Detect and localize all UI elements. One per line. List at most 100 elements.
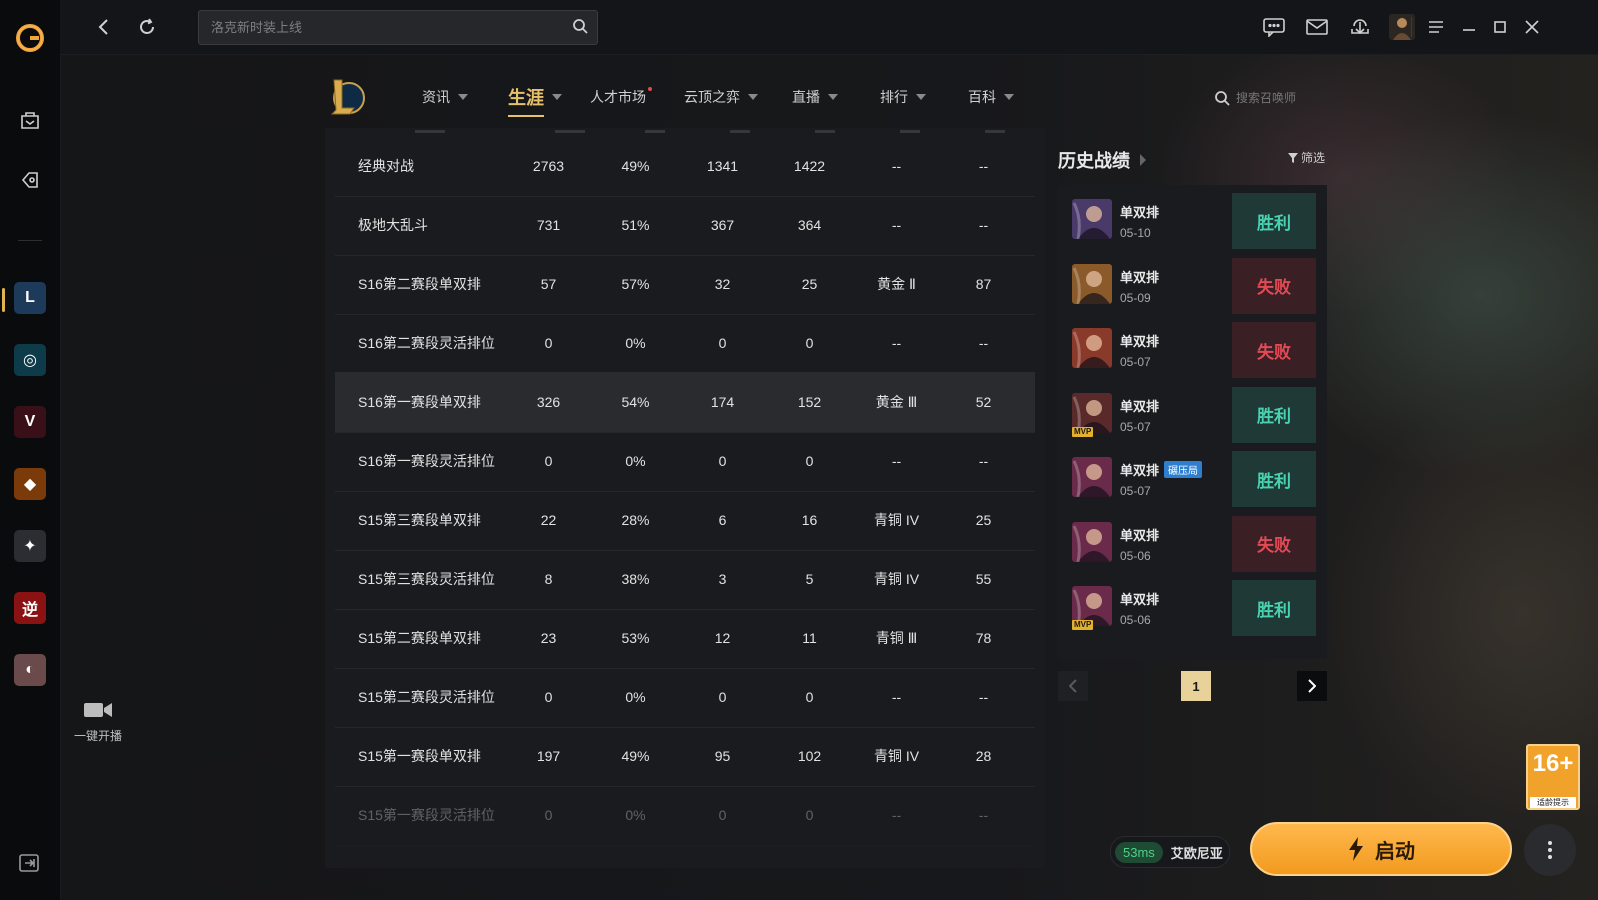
nav-tab-0[interactable]: 资讯 (422, 87, 468, 107)
cell-losses: 16 (801, 512, 818, 528)
match-mode: 单双排 (1120, 396, 1159, 415)
table-row[interactable]: S16第二赛段灵活排位 0 0% 0 0 -- -- (335, 313, 1035, 374)
menu-icon[interactable] (1422, 13, 1450, 41)
lol-icon: L (14, 282, 46, 314)
cell-lp: 55 (975, 571, 992, 587)
cell-rank: -- (891, 689, 902, 705)
sidebar-game-game-cf[interactable]: ✦ (10, 526, 50, 566)
table-row[interactable]: S16第二赛段单双排 57 57% 32 25 黄金 Ⅱ 87 (335, 254, 1035, 315)
cell-mode: S16第二赛段单双排 (358, 276, 481, 292)
search-icon[interactable] (572, 18, 588, 37)
filter-button[interactable]: 筛选 (1288, 149, 1325, 166)
cell-games: 2763 (532, 158, 565, 174)
nav-tab-2[interactable]: 人才市场 (590, 87, 652, 107)
table-row[interactable]: 经典对战 2763 49% 1341 1422 -- -- (335, 136, 1035, 197)
cell-winrate: 0% (625, 335, 646, 351)
match-item[interactable]: 单双排 05-07 失败 (1058, 314, 1327, 380)
cell-lp: -- (978, 158, 989, 174)
minimize-button[interactable] (1455, 13, 1483, 41)
sidebar-game-lol[interactable]: L (10, 278, 50, 318)
table-row[interactable]: S15第一赛段灵活排位 0 0% 0 0 -- -- (335, 785, 1035, 846)
table-row[interactable]: S15第二赛段灵活排位 0 0% 0 0 -- -- (335, 667, 1035, 728)
store-bag-icon[interactable] (10, 100, 50, 140)
table-row[interactable]: S15第二赛段单双排 23 53% 12 11 青铜 Ⅲ 78 (335, 608, 1035, 669)
cell-rank: -- (891, 453, 902, 469)
maximize-button[interactable] (1486, 13, 1514, 41)
next-page-button[interactable] (1297, 671, 1327, 701)
match-item[interactable]: 单双排 05-10 胜利 (1058, 185, 1327, 251)
server-selector[interactable]: 53ms 艾欧尼亚 (1110, 836, 1230, 868)
page-number[interactable]: 1 (1181, 671, 1211, 701)
history-title[interactable]: 历史战绩 (1058, 147, 1146, 173)
more-options-button[interactable] (1524, 824, 1576, 876)
nav-tab-6[interactable]: 百科 (968, 87, 1014, 107)
cell-losses: 364 (797, 217, 822, 233)
match-mode: 单双排 (1120, 331, 1159, 350)
match-item[interactable]: MVP 单双排 05-07 胜利 (1058, 379, 1327, 445)
summoner-search[interactable]: 搜索召唤师 (1214, 89, 1296, 106)
nav-tab-label: 云顶之弈 (684, 89, 740, 105)
match-item[interactable]: 单双排 05-06 失败 (1058, 508, 1327, 574)
cell-wins: 0 (718, 453, 727, 469)
prev-page-button[interactable] (1058, 671, 1088, 701)
cell-wins: 0 (718, 335, 727, 351)
cell-lp: 28 (975, 748, 992, 764)
nav-tab-1[interactable]: 生涯 (508, 84, 562, 117)
lol-logo-icon[interactable] (328, 76, 366, 118)
table-row[interactable]: S15第一赛段单双排 197 49% 95 102 青铜 IV 28 (335, 726, 1035, 787)
cell-rank: 青铜 IV (873, 512, 920, 528)
summoner-search-placeholder[interactable]: 搜索召唤师 (1236, 89, 1296, 106)
one-click-live-button[interactable]: 一键开播 (70, 700, 126, 744)
sidebar-game-game-cyan[interactable]: ◎ (10, 340, 50, 380)
back-button[interactable] (90, 13, 118, 41)
app-logo-icon[interactable] (10, 18, 50, 58)
cell-losses: 25 (801, 276, 818, 292)
table-row[interactable]: S16第一赛段灵活排位 0 0% 0 0 -- -- (335, 431, 1035, 492)
collapse-sidebar-icon[interactable] (19, 854, 39, 875)
chevron-down-icon (748, 94, 758, 100)
cell-losses: 0 (805, 335, 814, 351)
table-row[interactable]: S15第三赛段灵活排位 8 38% 3 5 青铜 IV 55 (335, 549, 1035, 610)
cell-winrate: 28% (621, 512, 650, 528)
cell-winrate: 51% (621, 217, 650, 233)
cell-wins: 95 (714, 748, 731, 764)
title-bar (60, 0, 1598, 55)
chat-icon[interactable] (1260, 13, 1288, 41)
sidebar-game-game-orange[interactable]: ◆ (10, 464, 50, 504)
table-row[interactable]: 极地大乱斗 731 51% 367 364 -- -- (335, 195, 1035, 256)
nav-tab-3[interactable]: 云顶之弈 (684, 87, 758, 107)
topbar-divider (1411, 17, 1412, 37)
cell-rank: 青铜 IV (873, 571, 920, 587)
global-search[interactable] (198, 10, 598, 45)
game-cyan-icon: ◎ (14, 344, 46, 376)
match-item[interactable]: 单双排 碾压局 05-07 胜利 (1058, 443, 1327, 509)
age-rating-badge: 16+ 适龄提示 (1526, 744, 1580, 810)
match-mode-label: 单双排 (1120, 269, 1160, 285)
table-row[interactable]: S15第三赛段单双排 22 28% 6 16 青铜 IV 25 (335, 490, 1035, 551)
sidebar-game-valorant[interactable]: V (10, 402, 50, 442)
nav-tab-5[interactable]: 排行 (880, 87, 926, 107)
launch-label: 启动 (1375, 840, 1415, 863)
sidebar-game-game-ni[interactable]: 逆 (10, 588, 50, 628)
refresh-button[interactable] (133, 13, 161, 41)
launch-button[interactable]: 启动 (1250, 822, 1512, 876)
cell-mode: S15第一赛段灵活排位 (358, 807, 495, 823)
table-row[interactable]: S16第一赛段单双排 326 54% 174 152 黄金 Ⅲ 52 (335, 372, 1035, 433)
cell-mode: S15第二赛段单双排 (358, 630, 481, 646)
sidebar-game-game-girl[interactable]: ◐ (10, 650, 50, 690)
cell-games: 57 (540, 276, 557, 292)
cell-lp: -- (978, 807, 989, 823)
global-search-input[interactable] (199, 11, 553, 44)
match-item[interactable]: 单双排 05-09 失败 (1058, 250, 1327, 316)
close-button[interactable] (1518, 13, 1546, 41)
champion-avatar (1072, 521, 1112, 562)
tag-icon[interactable] (10, 160, 50, 200)
cell-losses: 1422 (793, 158, 826, 174)
cell-mode: 极地大乱斗 (358, 217, 428, 233)
cell-wins: 0 (718, 807, 727, 823)
left-sidebar: L ◎ V ◆ ✦ 逆 ◐ (0, 0, 61, 900)
match-item[interactable]: MVP 单双排 05-06 胜利 (1058, 572, 1327, 638)
mail-icon[interactable] (1303, 13, 1331, 41)
result-win-badge: 胜利 (1232, 580, 1316, 636)
nav-tab-4[interactable]: 直播 (792, 87, 838, 107)
